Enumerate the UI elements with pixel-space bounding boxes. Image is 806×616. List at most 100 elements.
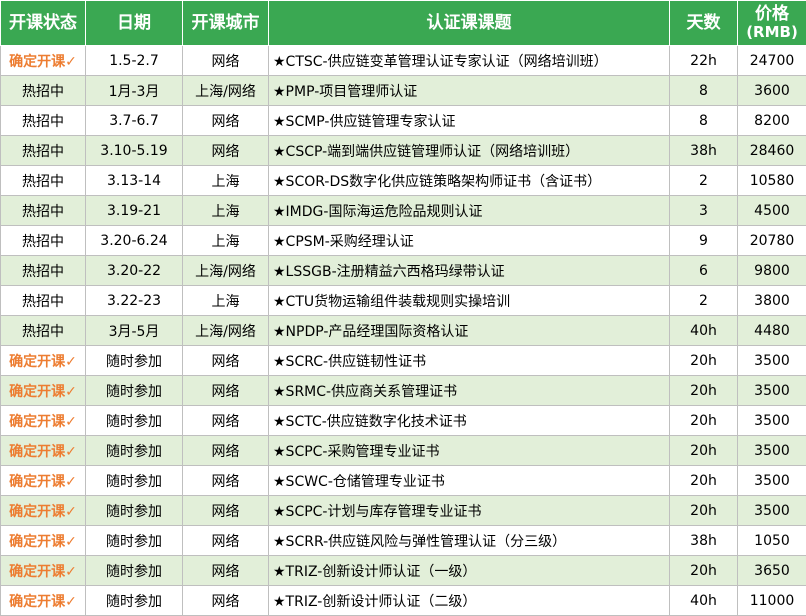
cell-days: 38h <box>670 136 738 166</box>
cell-date: 随时参加 <box>86 496 183 526</box>
cell-days: 20h <box>670 436 738 466</box>
cell-city: 网络 <box>183 466 269 496</box>
cell-date: 3.22-23 <box>86 286 183 316</box>
cell-city: 上海/网络 <box>183 316 269 346</box>
cell-days: 9 <box>670 226 738 256</box>
table-row: 确定开课✓随时参加网络★SCPC-计划与库存管理专业证书20h3500 <box>1 496 806 526</box>
cell-price: 11000 <box>738 586 806 616</box>
header-price-label: 价格 <box>755 4 789 24</box>
cell-course-title: ★TRIZ-创新设计师认证（二级） <box>269 586 670 616</box>
table-row: 确定开课✓1.5-2.7网络★CTSC-供应链变革管理认证专家认证（网络培训班）… <box>1 46 806 76</box>
cell-city: 网络 <box>183 586 269 616</box>
cell-price: 3500 <box>738 466 806 496</box>
cell-status: 确定开课✓ <box>1 436 86 466</box>
cell-status: 热招中 <box>1 76 86 106</box>
cell-days: 8 <box>670 76 738 106</box>
header-price: 价格 (RMB) <box>738 1 806 46</box>
table-row: 确定开课✓随时参加网络★SCRC-供应链韧性证书20h3500 <box>1 346 806 376</box>
cell-days: 20h <box>670 406 738 436</box>
cell-price: 28460 <box>738 136 806 166</box>
cell-date: 3.19-21 <box>86 196 183 226</box>
cell-city: 网络 <box>183 346 269 376</box>
header-price-unit: (RMB) <box>738 23 806 41</box>
cell-days: 20h <box>670 376 738 406</box>
cell-days: 40h <box>670 316 738 346</box>
cell-date: 随时参加 <box>86 526 183 556</box>
cell-price: 3800 <box>738 286 806 316</box>
table-row: 热招中3.13-14上海★SCOR-DS数字化供应链策略架构师证书（含证书）21… <box>1 166 806 196</box>
cell-status: 确定开课✓ <box>1 466 86 496</box>
cell-date: 随时参加 <box>86 406 183 436</box>
cell-status: 热招中 <box>1 166 86 196</box>
cell-course-title: ★LSSGB-注册精益六西格玛绿带认证 <box>269 256 670 286</box>
cell-days: 38h <box>670 526 738 556</box>
cell-status: 确定开课✓ <box>1 406 86 436</box>
cell-status: 确定开课✓ <box>1 496 86 526</box>
cell-date: 随时参加 <box>86 556 183 586</box>
cell-days: 8 <box>670 106 738 136</box>
cell-status: 热招中 <box>1 256 86 286</box>
table-row: 确定开课✓随时参加网络★SCWC-仓储管理专业证书20h3500 <box>1 466 806 496</box>
table-row: 确定开课✓随时参加网络★TRIZ-创新设计师认证（一级）20h3650 <box>1 556 806 586</box>
cell-date: 3.10-5.19 <box>86 136 183 166</box>
cell-status: 热招中 <box>1 226 86 256</box>
cell-city: 网络 <box>183 106 269 136</box>
cell-price: 1050 <box>738 526 806 556</box>
cell-days: 40h <box>670 586 738 616</box>
cell-city: 网络 <box>183 46 269 76</box>
table-row: 确定开课✓随时参加网络★SCRR-供应链风险与弹性管理认证（分三级）38h105… <box>1 526 806 556</box>
cell-city: 网络 <box>183 406 269 436</box>
cell-date: 随时参加 <box>86 346 183 376</box>
cell-city: 上海 <box>183 196 269 226</box>
cell-date: 3.13-14 <box>86 166 183 196</box>
cell-status: 热招中 <box>1 106 86 136</box>
cell-course-title: ★SCRC-供应链韧性证书 <box>269 346 670 376</box>
cell-price: 9800 <box>738 256 806 286</box>
cell-price: 3500 <box>738 346 806 376</box>
cell-course-title: ★NPDP-产品经理国际资格认证 <box>269 316 670 346</box>
cell-price: 4500 <box>738 196 806 226</box>
cell-price: 24700 <box>738 46 806 76</box>
course-schedule-table: 开课状态 日期 开课城市 认证课课题 天数 价格 (RMB) 确定开课✓1.5-… <box>0 0 806 616</box>
cell-price: 3500 <box>738 436 806 466</box>
cell-course-title: ★CPSM-采购经理认证 <box>269 226 670 256</box>
cell-city: 网络 <box>183 556 269 586</box>
cell-status: 确定开课✓ <box>1 346 86 376</box>
cell-price: 3500 <box>738 496 806 526</box>
cell-city: 上海/网络 <box>183 256 269 286</box>
cell-course-title: ★SCRR-供应链风险与弹性管理认证（分三级） <box>269 526 670 556</box>
cell-date: 随时参加 <box>86 466 183 496</box>
cell-course-title: ★SCPC-采购管理专业证书 <box>269 436 670 466</box>
header-course-title: 认证课课题 <box>269 1 670 46</box>
cell-course-title: ★TRIZ-创新设计师认证（一级） <box>269 556 670 586</box>
cell-price: 3600 <box>738 76 806 106</box>
cell-days: 20h <box>670 346 738 376</box>
cell-course-title: ★CSCP-端到端供应链管理师认证（网络培训班） <box>269 136 670 166</box>
cell-date: 3.20-6.24 <box>86 226 183 256</box>
table-row: 热招中3.20-6.24上海★CPSM-采购经理认证920780 <box>1 226 806 256</box>
cell-date: 3.20-22 <box>86 256 183 286</box>
cell-city: 网络 <box>183 376 269 406</box>
cell-course-title: ★SCPC-计划与库存管理专业证书 <box>269 496 670 526</box>
cell-status: 热招中 <box>1 286 86 316</box>
cell-price: 20780 <box>738 226 806 256</box>
cell-date: 随时参加 <box>86 376 183 406</box>
cell-city: 网络 <box>183 436 269 466</box>
cell-city: 上海 <box>183 226 269 256</box>
cell-city: 网络 <box>183 526 269 556</box>
cell-date: 3月-5月 <box>86 316 183 346</box>
cell-course-title: ★PMP-项目管理师认证 <box>269 76 670 106</box>
cell-date: 随时参加 <box>86 586 183 616</box>
cell-status: 热招中 <box>1 196 86 226</box>
cell-price: 8200 <box>738 106 806 136</box>
cell-days: 22h <box>670 46 738 76</box>
table-row: 确定开课✓随时参加网络★SCTC-供应链数字化技术证书20h3500 <box>1 406 806 436</box>
cell-price: 3500 <box>738 376 806 406</box>
cell-days: 20h <box>670 556 738 586</box>
cell-price: 3650 <box>738 556 806 586</box>
table-row: 热招中3.10-5.19网络★CSCP-端到端供应链管理师认证（网络培训班）38… <box>1 136 806 166</box>
cell-date: 随时参加 <box>86 436 183 466</box>
cell-status: 确定开课✓ <box>1 586 86 616</box>
cell-price: 10580 <box>738 166 806 196</box>
cell-course-title: ★SRMC-供应商关系管理证书 <box>269 376 670 406</box>
